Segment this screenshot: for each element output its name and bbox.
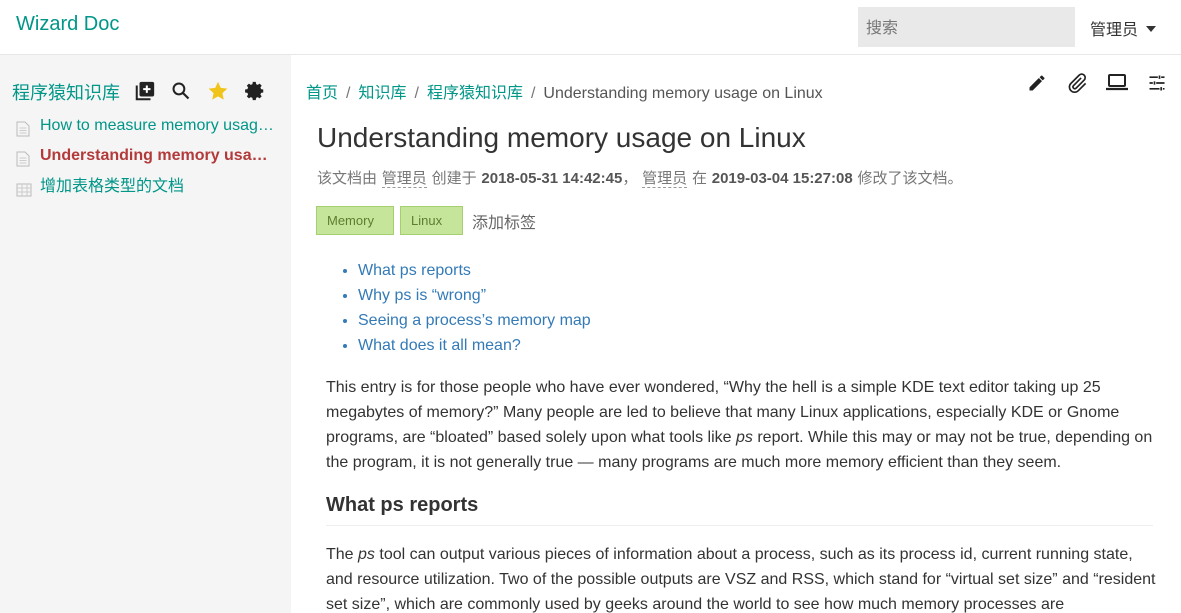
- sidebar-item-label: Understanding memory usa…: [40, 147, 268, 164]
- sidebar-item-table-doc[interactable]: 增加表格类型的文档: [0, 171, 280, 201]
- breadcrumb-current: Understanding memory usage on Linux: [543, 85, 823, 102]
- sidebar-item-measure-memory[interactable]: How to measure memory usag…: [0, 111, 280, 141]
- meta-created-at: 2018-05-31 14:42:45: [481, 170, 623, 187]
- knowledge-base-title[interactable]: 程序猿知识库: [12, 79, 120, 105]
- document-list: How to measure memory usag… Understandin…: [0, 111, 291, 201]
- tag-memory[interactable]: Memory: [316, 206, 394, 235]
- toc-item: What ps reports: [358, 260, 591, 285]
- settings-gear-icon[interactable]: [242, 77, 268, 105]
- sidebar-item-understanding-memory[interactable]: Understanding memory usa…: [0, 141, 280, 171]
- star-favorite-icon[interactable]: [205, 77, 231, 105]
- breadcrumb-knowledge-base[interactable]: 知识库: [358, 83, 406, 102]
- sidebar-item-label: 增加表格类型的文档: [40, 176, 185, 195]
- user-name: 管理员: [1090, 20, 1139, 39]
- add-document-icon[interactable]: [132, 77, 158, 105]
- meta-modified-at: 2019-03-04 15:27:08: [711, 170, 853, 187]
- meta-comma: ，: [622, 169, 638, 187]
- section-text-b: tool can output various pieces of inform…: [326, 546, 1156, 613]
- document-toolbar: [1024, 70, 1170, 96]
- meta-suffix: 修改了该文档。: [857, 169, 963, 187]
- table-icon: [16, 178, 32, 201]
- document-title: Understanding memory usage on Linux: [317, 122, 806, 153]
- add-tag-button[interactable]: 添加标签: [472, 209, 536, 233]
- section-text-a: The: [326, 546, 359, 563]
- toc-item: Why ps is “wrong”: [358, 285, 591, 310]
- top-navbar: Wizard Doc 管理员: [0, 0, 1181, 55]
- tag-list: Memory Linux 添加标签: [316, 206, 536, 235]
- intro-emphasis: ps: [736, 429, 753, 446]
- user-menu-dropdown[interactable]: 管理员: [1090, 16, 1157, 40]
- breadcrumb-home[interactable]: 首页: [306, 83, 338, 102]
- toc-item: Seeing a process’s memory map: [358, 310, 591, 335]
- sidebar-item-label: How to measure memory usag…: [40, 117, 274, 134]
- document-icon: [16, 148, 30, 171]
- section-heading: What ps reports: [326, 494, 1153, 526]
- document-meta: 该文档由 管理员 创建于 2018-05-31 14:42:45， 管理员 在 …: [317, 167, 962, 188]
- meta-modifier[interactable]: 管理员: [642, 169, 688, 188]
- intro-paragraph: This entry is for those people who have …: [326, 375, 1158, 475]
- toc-link[interactable]: Why ps is “wrong”: [358, 287, 486, 304]
- meta-created-label: 创建于: [431, 169, 477, 187]
- search-icon[interactable]: [168, 77, 194, 105]
- section-paragraph: The ps tool can output various pieces of…: [326, 542, 1158, 613]
- section-emphasis: ps: [358, 546, 375, 563]
- meta-creator[interactable]: 管理员: [381, 169, 427, 188]
- sidebar: 程序猿知识库 How to measure memory usag… Under…: [0, 55, 291, 613]
- table-of-contents: What ps reports Why ps is “wrong” Seeing…: [358, 260, 591, 360]
- meta-prefix: 该文档由: [317, 169, 378, 187]
- caret-down-icon: [1146, 25, 1157, 32]
- toc-link[interactable]: Seeing a process’s memory map: [358, 312, 591, 329]
- toc-link[interactable]: What does it all mean?: [358, 337, 521, 354]
- sidebar-header: 程序猿知识库: [12, 77, 287, 105]
- document-icon: [16, 118, 30, 141]
- meta-modified-label: 在: [691, 169, 707, 187]
- toc-link[interactable]: What ps reports: [358, 262, 471, 279]
- toc-item: What does it all mean?: [358, 335, 591, 360]
- brand-logo[interactable]: Wizard Doc: [16, 13, 119, 36]
- tag-linux[interactable]: Linux: [400, 206, 463, 235]
- search-input[interactable]: [858, 7, 1075, 47]
- settings-sliders-icon[interactable]: [1144, 70, 1170, 96]
- edit-pencil-icon[interactable]: [1024, 70, 1050, 96]
- breadcrumb-library[interactable]: 程序猿知识库: [427, 83, 523, 102]
- breadcrumb: 首页 / 知识库 / 程序猿知识库 / Understanding memory usage…: [306, 83, 823, 102]
- attachment-icon[interactable]: [1064, 70, 1090, 96]
- present-laptop-icon[interactable]: [1104, 70, 1130, 96]
